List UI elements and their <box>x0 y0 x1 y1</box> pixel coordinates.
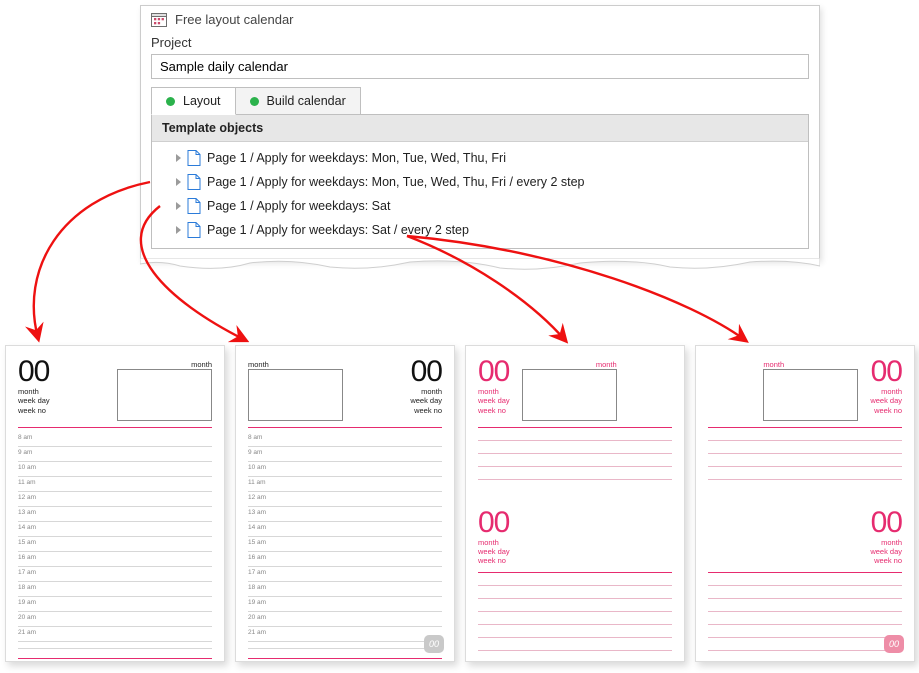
preview-page-weekday-left: 00 month week day week no month 8 am9 am… <box>5 345 225 662</box>
hour-line: 14 am <box>248 522 442 537</box>
tab-label: Layout <box>183 94 221 108</box>
hour-line: 20 am <box>248 612 442 627</box>
hour-line: 9 am <box>248 447 442 462</box>
tab-build-calendar[interactable]: Build calendar <box>235 87 361 115</box>
rule-lines-block <box>478 572 672 651</box>
month-label: month <box>763 360 784 369</box>
template-objects-header: Template objects <box>152 115 808 142</box>
preview-page-saturday-right: 00 month week day week no month <box>695 345 915 662</box>
disclosure-triangle-icon[interactable] <box>176 154 181 162</box>
day-number: 00 <box>478 509 510 536</box>
image-placeholder-box <box>117 369 212 421</box>
torn-edge-decoration <box>140 258 820 272</box>
project-label: Project <box>141 31 819 54</box>
tab-layout[interactable]: Layout <box>151 87 236 115</box>
hour-line: 10 am <box>18 462 212 477</box>
meta-block: month week day week no <box>870 538 902 566</box>
day-number: 00 <box>18 358 50 385</box>
list-item-label: Page 1 / Apply for weekdays: Mon, Tue, W… <box>207 175 585 189</box>
hour-line: 21 am <box>18 627 212 642</box>
hour-line: 11 am <box>248 477 442 492</box>
hour-line: 15 am <box>248 537 442 552</box>
hour-line: 9 am <box>18 447 212 462</box>
list-item[interactable]: Page 1 / Apply for weekdays: Mon, Tue, W… <box>152 170 808 194</box>
rule-lines-block <box>478 427 672 480</box>
rule-lines-block <box>708 572 902 651</box>
month-label: month <box>191 360 212 369</box>
titlebar: Free layout calendar <box>141 6 819 31</box>
status-dot-icon <box>166 97 175 106</box>
hour-line: 14 am <box>18 522 212 537</box>
hour-line: 11 am <box>18 477 212 492</box>
hour-line: 8 am <box>18 432 212 447</box>
meta-block: month week day week no <box>478 538 510 566</box>
disclosure-triangle-icon[interactable] <box>176 226 181 234</box>
preview-page-weekday-right: 00 month week day week no month 8 am9 am… <box>235 345 455 662</box>
app-window: Free layout calendar Project Layout Buil… <box>140 5 820 260</box>
hour-line: 18 am <box>18 582 212 597</box>
hour-line: 12 am <box>248 492 442 507</box>
tabstrip: Layout Build calendar <box>151 87 809 115</box>
calendar-icon <box>151 13 167 27</box>
month-label: month <box>596 360 617 369</box>
list-item-label: Page 1 / Apply for weekdays: Sat / every… <box>207 223 469 237</box>
page-icon <box>187 222 201 238</box>
hour-line: 18 am <box>248 582 442 597</box>
hour-line: 17 am <box>248 567 442 582</box>
list-item-label: Page 1 / Apply for weekdays: Mon, Tue, W… <box>207 151 506 165</box>
image-placeholder-box <box>248 369 343 421</box>
list-item-label: Page 1 / Apply for weekdays: Sat <box>207 199 390 213</box>
window-title: Free layout calendar <box>175 12 294 27</box>
list-item[interactable]: Page 1 / Apply for weekdays: Mon, Tue, W… <box>152 146 808 170</box>
day-number: 00 <box>410 358 442 385</box>
page-icon <box>187 198 201 214</box>
page-icon <box>187 174 201 190</box>
hour-line: 13 am <box>18 507 212 522</box>
day-number: 00 <box>870 509 902 536</box>
hour-line: 10 am <box>248 462 442 477</box>
hour-line: 20 am <box>18 612 212 627</box>
hour-line: 8 am <box>248 432 442 447</box>
meta-block: month week day week no <box>870 387 902 415</box>
status-dot-icon <box>250 97 259 106</box>
hour-line: 19 am <box>18 597 212 612</box>
hour-line: 12 am <box>18 492 212 507</box>
page-number-badge: 00 <box>424 635 444 653</box>
template-objects-list: Page 1 / Apply for weekdays: Mon, Tue, W… <box>152 142 808 248</box>
meta-block: month week day week no <box>18 387 50 415</box>
rule-lines-block <box>708 427 902 480</box>
hour-lines-block: 8 am9 am10 am11 am12 am13 am14 am15 am16… <box>248 427 442 659</box>
hour-line: 16 am <box>248 552 442 567</box>
preview-pages: 00 month week day week no month 8 am9 am… <box>5 345 915 662</box>
disclosure-triangle-icon[interactable] <box>176 178 181 186</box>
day-number: 00 <box>478 358 510 385</box>
page-number-badge: 00 <box>884 635 904 653</box>
list-item[interactable]: Page 1 / Apply for weekdays: Sat / every… <box>152 218 808 242</box>
hour-line: 17 am <box>18 567 212 582</box>
page-icon <box>187 150 201 166</box>
hour-line: 15 am <box>18 537 212 552</box>
hour-line: 19 am <box>248 597 442 612</box>
project-input[interactable] <box>160 59 800 74</box>
project-field-wrapper <box>151 54 809 79</box>
hour-lines-block: 8 am9 am10 am11 am12 am13 am14 am15 am16… <box>18 427 212 659</box>
disclosure-triangle-icon[interactable] <box>176 202 181 210</box>
meta-block: month week day week no <box>478 387 510 415</box>
image-placeholder-box <box>522 369 617 421</box>
day-number: 00 <box>870 358 902 385</box>
meta-block: month week day week no <box>410 387 442 415</box>
preview-page-saturday-left: 00 month week day week no month <box>465 345 685 662</box>
hour-line: 13 am <box>248 507 442 522</box>
month-label: month <box>248 360 269 369</box>
tab-label: Build calendar <box>267 94 346 108</box>
hour-line: 16 am <box>18 552 212 567</box>
template-objects-panel: Template objects Page 1 / Apply for week… <box>151 114 809 249</box>
hour-line: 21 am <box>248 627 442 642</box>
list-item[interactable]: Page 1 / Apply for weekdays: Sat <box>152 194 808 218</box>
image-placeholder-box <box>763 369 858 421</box>
